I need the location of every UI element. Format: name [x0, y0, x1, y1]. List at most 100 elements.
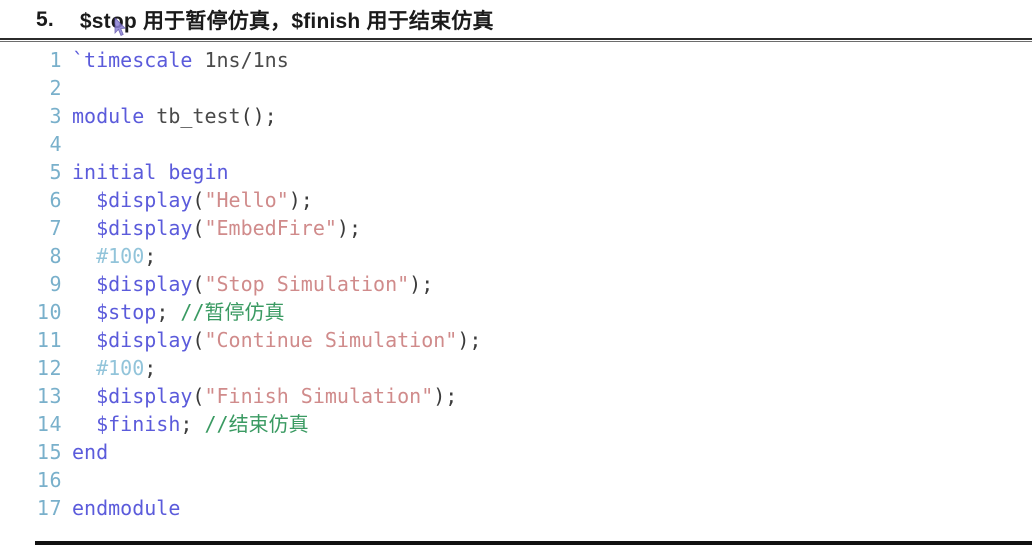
code-line: 2 — [0, 74, 1032, 102]
code-token-sys: $display — [96, 188, 193, 212]
code-line-content: #100; — [72, 354, 1032, 382]
code-line: 15 end — [0, 438, 1032, 466]
code-token-cmt: //结束仿真 — [204, 412, 309, 436]
code-line: 6 $display("Hello"); — [0, 186, 1032, 214]
divider-rule-thin — [0, 41, 1032, 42]
code-token-sys: $display — [96, 272, 193, 296]
code-token-punct: ; — [180, 412, 205, 436]
code-token-num: #100 — [96, 356, 145, 380]
line-number: 5 — [49, 160, 62, 184]
code-line-content: module tb_test(); — [72, 102, 1032, 130]
code-token-punct: ); — [336, 216, 362, 240]
line-number: 2 — [49, 76, 62, 100]
line-number: 3 — [49, 104, 62, 128]
line-number: 14 — [36, 412, 62, 436]
code-line: 10 $stop; //暂停仿真 — [0, 298, 1032, 326]
bottom-bar — [35, 541, 1032, 545]
line-number: 10 — [36, 300, 62, 324]
code-line-content: endmodule — [72, 494, 1032, 522]
page-title: 5. $stop 用于暂停仿真，$finish 用于结束仿真 — [0, 0, 1032, 40]
code-line: 11 $display("Continue Simulation"); — [0, 326, 1032, 354]
line-number: 15 — [36, 440, 62, 464]
code-token-kw: initial begin — [72, 160, 229, 184]
line-number: 17 — [36, 496, 62, 520]
code-line-content: $display("EmbedFire"); — [72, 214, 1032, 242]
line-number: 12 — [36, 356, 62, 380]
line-number: 1 — [49, 48, 62, 72]
code-token-punct: ); — [433, 384, 458, 408]
code-token-punct: ); — [288, 188, 313, 212]
code-token-plain: 1ns/1ns — [192, 48, 289, 72]
code-token-kw: `timescale — [72, 48, 193, 72]
line-number: 8 — [49, 244, 62, 268]
code-token-punct: (); — [240, 104, 277, 128]
code-token-sys: $display — [96, 328, 193, 352]
line-number: 7 — [49, 216, 62, 240]
code-line: 5 initial begin — [0, 158, 1032, 186]
code-token-sys: $display — [96, 384, 193, 408]
code-token-punct: ; — [156, 300, 181, 324]
code-token-punct: ( — [192, 384, 205, 408]
code-token-kw: module — [72, 104, 145, 128]
title-text: $stop 用于暂停仿真，$finish 用于结束仿真 — [79, 10, 494, 33]
line-number: 4 — [49, 132, 62, 156]
code-line: 13 $display("Finish Simulation"); — [0, 382, 1032, 410]
code-line-content: $display("Continue Simulation"); — [72, 326, 1032, 354]
code-line: 14 $finish; //结束仿真 — [0, 410, 1032, 438]
code-token-sys: $stop — [96, 300, 157, 324]
code-line: 12 #100; — [0, 354, 1032, 382]
code-line: 4 — [0, 130, 1032, 158]
code-token-plain: tb_test — [144, 104, 241, 128]
code-token-punct: ; — [144, 356, 157, 380]
code-line-content: initial begin — [72, 158, 1032, 186]
code-line-content: #100; — [72, 242, 1032, 270]
code-line: 17 endmodule — [0, 494, 1032, 522]
code-line-content: `timescale 1ns/1ns — [72, 46, 1032, 74]
divider-rule-thick — [0, 38, 1032, 40]
code-line-content: $display("Finish Simulation"); — [72, 382, 1032, 410]
code-line: 8 #100; — [0, 242, 1032, 270]
code-line-content: $stop; //暂停仿真 — [72, 298, 1032, 326]
code-line: 1 `timescale 1ns/1ns — [0, 46, 1032, 74]
code-token-sys: $display — [96, 216, 193, 240]
code-line: 7 $display("EmbedFire"); — [0, 214, 1032, 242]
code-line: 9 $display("Stop Simulation"); — [0, 270, 1032, 298]
line-number: 13 — [36, 384, 62, 408]
code-token-punct: ( — [192, 216, 205, 240]
code-token-punct: ); — [409, 272, 434, 296]
code-token-kw: endmodule — [72, 496, 181, 520]
title-divider — [0, 38, 1032, 43]
code-token-str: "Stop Simulation" — [204, 272, 410, 296]
code-token-num: #100 — [96, 244, 145, 268]
code-line-content: end — [72, 438, 1032, 466]
code-token-punct: ( — [192, 188, 205, 212]
code-line-content: $display("Hello"); — [72, 186, 1032, 214]
code-token-punct: ; — [144, 244, 157, 268]
code-token-sys: $finish — [96, 412, 181, 436]
line-number: 16 — [36, 468, 62, 492]
code-token-str: "Finish Simulation" — [204, 384, 434, 408]
code-line: 16 — [0, 466, 1032, 494]
code-token-cmt: //暂停仿真 — [180, 300, 285, 324]
line-number: 11 — [36, 328, 62, 352]
code-token-str: "Continue Simulation" — [204, 328, 458, 352]
code-token-punct: ( — [192, 272, 205, 296]
line-number: 9 — [49, 272, 62, 296]
line-number: 6 — [49, 188, 62, 212]
code-token-kw: end — [72, 440, 109, 464]
title-number: 5. — [36, 8, 54, 31]
code-token-str: "EmbedFire" — [204, 216, 337, 240]
code-line-content: $finish; //结束仿真 — [72, 410, 1032, 438]
code-token-str: "Hello" — [204, 188, 289, 212]
code-line: 3 module tb_test(); — [0, 102, 1032, 130]
code-line-content: $display("Stop Simulation"); — [72, 270, 1032, 298]
code-token-punct: ( — [192, 328, 205, 352]
